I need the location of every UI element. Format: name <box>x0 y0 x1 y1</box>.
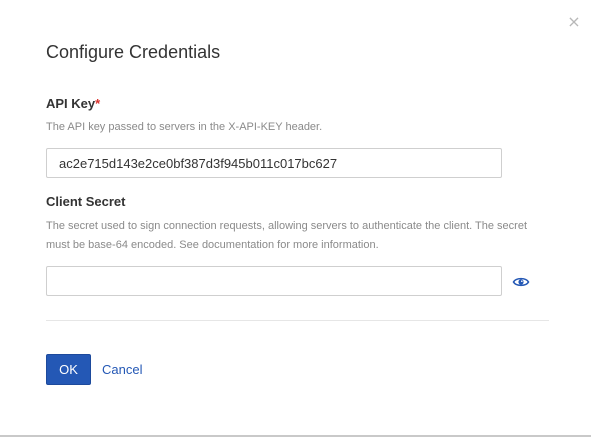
footer-divider <box>46 320 549 321</box>
client-secret-label: Client Secret <box>46 194 126 209</box>
eye-icon[interactable] <box>512 274 530 290</box>
cancel-link[interactable]: Cancel <box>102 362 142 377</box>
client-secret-input[interactable] <box>46 266 502 296</box>
ok-button[interactable]: OK <box>46 354 91 385</box>
api-key-label-text: API Key <box>46 96 96 111</box>
dialog-title: Configure Credentials <box>46 42 221 62</box>
configure-credentials-dialog: × Configure Credentials API Key* The API… <box>0 0 591 435</box>
required-indicator: * <box>95 96 101 111</box>
api-key-help: The API key passed to servers in the X-A… <box>46 121 323 133</box>
client-secret-help: The secret used to sign connection reque… <box>46 220 528 251</box>
api-key-input[interactable] <box>46 148 502 178</box>
api-key-label: API Key* <box>46 96 100 111</box>
close-icon[interactable]: × <box>567 13 581 31</box>
